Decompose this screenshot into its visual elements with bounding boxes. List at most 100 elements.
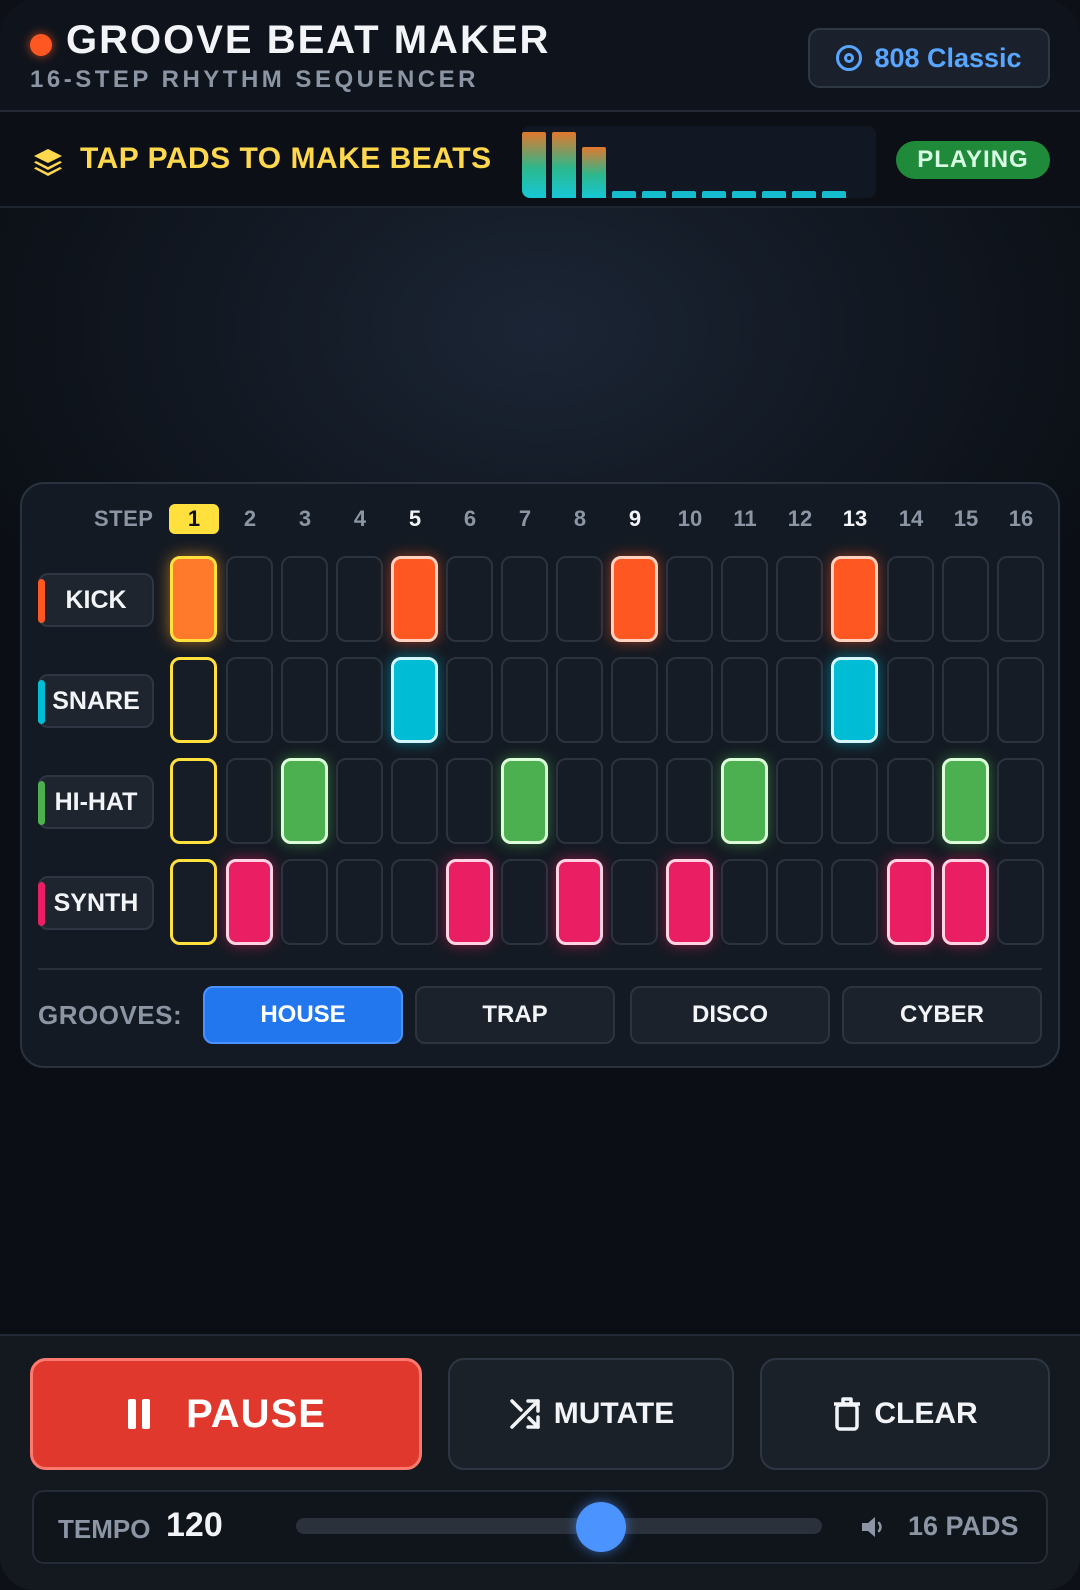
pad-synth-step-9[interactable] <box>611 859 658 945</box>
pad-snare-step-5[interactable] <box>391 657 438 743</box>
app-title: GROOVE BEAT MAKER <box>66 18 551 62</box>
track-color-strip <box>38 781 45 825</box>
pad-snare-step-14[interactable] <box>887 657 934 743</box>
pad-snare-step-10[interactable] <box>666 657 713 743</box>
pad-hihat-step-3[interactable] <box>281 758 328 844</box>
pad-hihat-step-13[interactable] <box>831 758 878 844</box>
pad-kick-step-15[interactable] <box>942 556 989 642</box>
pad-kick-step-6[interactable] <box>446 556 493 642</box>
step-number: 12 <box>787 506 813 531</box>
track-label-hihat[interactable]: HI-HAT <box>38 775 154 829</box>
pad-kick-step-16[interactable] <box>997 556 1044 642</box>
step-number: 13 <box>842 506 868 531</box>
volume-icon[interactable] <box>860 1514 888 1540</box>
pad-kick-step-12[interactable] <box>776 556 823 642</box>
pause-icon <box>126 1399 152 1429</box>
pad-snare-step-9[interactable] <box>611 657 658 743</box>
pad-synth-step-1[interactable] <box>170 859 217 945</box>
clear-label: CLEAR <box>874 1397 978 1430</box>
pad-snare-step-4[interactable] <box>336 657 383 743</box>
meter-bar <box>702 191 726 198</box>
step-number: 8 <box>573 506 587 531</box>
pad-synth-step-5[interactable] <box>391 859 438 945</box>
pad-hihat-step-1[interactable] <box>170 758 217 844</box>
pad-hihat-step-9[interactable] <box>611 758 658 844</box>
pad-snare-step-2[interactable] <box>226 657 273 743</box>
pad-hihat-step-2[interactable] <box>226 758 273 844</box>
pad-hihat-step-14[interactable] <box>887 758 934 844</box>
pad-kick-step-2[interactable] <box>226 556 273 642</box>
mutate-button[interactable]: MUTATE <box>448 1358 734 1470</box>
pad-hihat-step-8[interactable] <box>556 758 603 844</box>
pad-hihat-step-6[interactable] <box>446 758 493 844</box>
pad-kick-step-8[interactable] <box>556 556 603 642</box>
pad-synth-step-6[interactable] <box>446 859 493 945</box>
pad-hihat-step-7[interactable] <box>501 758 548 844</box>
track-label-kick[interactable]: KICK <box>38 573 154 627</box>
pad-snare-step-7[interactable] <box>501 657 548 743</box>
clear-button[interactable]: CLEAR <box>760 1358 1050 1470</box>
pad-snare-step-16[interactable] <box>997 657 1044 743</box>
pause-button[interactable]: PAUSE <box>30 1358 422 1470</box>
target-icon <box>836 45 863 71</box>
pad-synth-step-16[interactable] <box>997 859 1044 945</box>
pad-snare-step-13[interactable] <box>831 657 878 743</box>
pad-synth-step-15[interactable] <box>942 859 989 945</box>
pad-snare-step-15[interactable] <box>942 657 989 743</box>
layers-icon <box>34 149 62 176</box>
pad-synth-step-8[interactable] <box>556 859 603 945</box>
pad-hihat-step-11[interactable] <box>721 758 768 844</box>
meter-bar <box>762 191 786 198</box>
pad-kick-step-11[interactable] <box>721 556 768 642</box>
pad-kick-step-14[interactable] <box>887 556 934 642</box>
tempo-slider-thumb[interactable] <box>576 1502 627 1552</box>
track-name: SYNTH <box>53 888 139 917</box>
pad-synth-step-14[interactable] <box>887 859 934 945</box>
tempo-label: TEMPO <box>58 1514 151 1544</box>
kit-selector-button[interactable]: 808 Classic <box>808 28 1050 88</box>
pad-synth-step-2[interactable] <box>226 859 273 945</box>
pad-kick-step-3[interactable] <box>281 556 328 642</box>
pad-hihat-step-10[interactable] <box>666 758 713 844</box>
groove-button-house[interactable]: HOUSE <box>203 986 403 1044</box>
pad-hihat-step-15[interactable] <box>942 758 989 844</box>
step-number: 14 <box>898 506 924 531</box>
pad-snare-step-8[interactable] <box>556 657 603 743</box>
pad-kick-step-7[interactable] <box>501 556 548 642</box>
meter-bar <box>522 132 546 198</box>
pad-synth-step-7[interactable] <box>501 859 548 945</box>
pad-snare-step-6[interactable] <box>446 657 493 743</box>
pad-hihat-step-5[interactable] <box>391 758 438 844</box>
pad-synth-step-12[interactable] <box>776 859 823 945</box>
tempo-slider-track[interactable] <box>296 1518 822 1534</box>
pad-synth-step-3[interactable] <box>281 859 328 945</box>
pad-snare-step-1[interactable] <box>170 657 217 743</box>
pad-kick-step-1[interactable] <box>170 556 217 642</box>
groove-button-disco[interactable]: DISCO <box>630 986 830 1044</box>
track-label-synth[interactable]: SYNTH <box>38 876 154 930</box>
pad-synth-step-13[interactable] <box>831 859 878 945</box>
groove-button-cyber[interactable]: CYBER <box>842 986 1042 1044</box>
step-number: 9 <box>628 506 642 531</box>
groove-button-trap[interactable]: TRAP <box>415 986 615 1044</box>
pad-hihat-step-12[interactable] <box>776 758 823 844</box>
grooves-label: GROOVES: <box>38 1000 183 1030</box>
track-name: HI-HAT <box>54 787 138 816</box>
pad-synth-step-11[interactable] <box>721 859 768 945</box>
pad-kick-step-13[interactable] <box>831 556 878 642</box>
pad-kick-step-5[interactable] <box>391 556 438 642</box>
pad-kick-step-10[interactable] <box>666 556 713 642</box>
trash-icon <box>834 1397 861 1431</box>
pad-snare-step-12[interactable] <box>776 657 823 743</box>
pad-synth-step-10[interactable] <box>666 859 713 945</box>
step-number: 5 <box>408 506 422 531</box>
pad-hihat-step-4[interactable] <box>336 758 383 844</box>
pad-kick-step-9[interactable] <box>611 556 658 642</box>
pad-hihat-step-16[interactable] <box>997 758 1044 844</box>
pad-snare-step-11[interactable] <box>721 657 768 743</box>
track-label-snare[interactable]: SNARE <box>38 674 154 728</box>
step-number: 10 <box>677 506 703 531</box>
pad-snare-step-3[interactable] <box>281 657 328 743</box>
pad-synth-step-4[interactable] <box>336 859 383 945</box>
pad-kick-step-4[interactable] <box>336 556 383 642</box>
